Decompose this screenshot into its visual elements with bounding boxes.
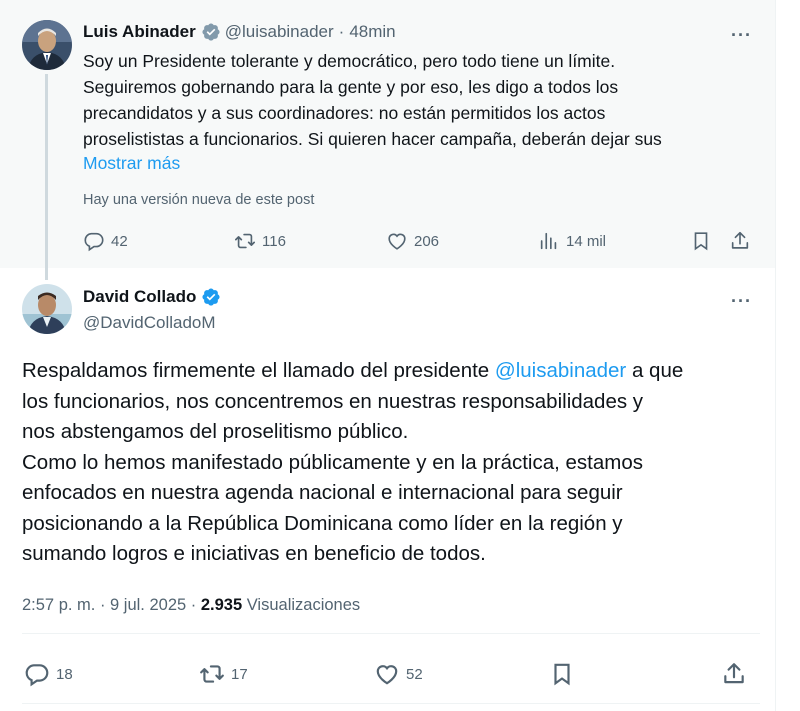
share-icon	[731, 231, 749, 249]
reply-count: 42	[111, 232, 128, 250]
divider	[22, 633, 760, 634]
post-meta: 2:57 p. m. · 9 jul. 2025 · 2.935 Visuali…	[22, 596, 360, 615]
repost-icon	[200, 665, 224, 683]
edited-notice[interactable]: Hay una versión nueva de este post	[83, 192, 314, 208]
more-icon[interactable]: ···	[731, 292, 752, 310]
bookmark-icon	[554, 663, 570, 686]
text-segment: a que	[626, 359, 684, 382]
share-button[interactable]	[729, 230, 757, 252]
reply-button[interactable]: 42	[83, 230, 128, 252]
reply-button[interactable]: 18	[24, 661, 73, 687]
like-button[interactable]: 206	[386, 230, 439, 252]
divider	[22, 703, 760, 704]
bookmark-button[interactable]	[549, 661, 581, 687]
post-thread: Luis Abinader @luisabinader · 48min ··· …	[0, 0, 775, 711]
show-more-link[interactable]: Mostrar más	[83, 153, 180, 174]
text-line: precandidatos y a sus coordinadores: no …	[83, 103, 606, 123]
text-line: Respaldamos firmemente el llamado del pr…	[22, 356, 762, 387]
bookmark-icon	[694, 232, 708, 251]
like-button[interactable]: 52	[374, 661, 423, 687]
repost-button[interactable]: 116	[234, 230, 286, 252]
text-line: enfocados en nuestra agenda nacional e i…	[22, 481, 623, 504]
repost-count: 116	[262, 232, 286, 250]
text-line: posicionando a la República Dominicana c…	[22, 511, 623, 535]
repost-button[interactable]: 17	[199, 661, 248, 687]
more-icon[interactable]: ···	[731, 26, 752, 44]
author-handle[interactable]: @luisabinader	[225, 22, 334, 42]
text-line: Como lo hemos manifestado públicamente y…	[22, 450, 644, 474]
text-segment: Respaldamos firmemente el llamado del pr…	[22, 359, 495, 382]
parent-post-actions: 42 116 206 14 mil	[0, 230, 775, 254]
text-line: proselististas a funcionarios. Si quiere…	[83, 129, 662, 149]
parent-post[interactable]: Luis Abinader @luisabinader · 48min ··· …	[0, 0, 775, 280]
views-count: 14 mil	[566, 232, 607, 250]
text-line: Soy un Presidente tolerante y democrátic…	[83, 51, 616, 71]
views-button[interactable]: 14 mil	[538, 230, 606, 252]
verified-badge-icon	[202, 288, 220, 306]
verified-badge-icon	[202, 23, 220, 41]
post-timestamp[interactable]: 2:57 p. m. · 9 jul. 2025 ·	[22, 596, 201, 614]
parent-post-header: Luis Abinader @luisabinader · 48min	[83, 20, 396, 44]
like-count: 206	[414, 232, 440, 250]
views-count: 2.935	[200, 596, 243, 614]
main-post-header: David Collado	[83, 287, 225, 307]
author-handle[interactable]: @DavidColladoM	[83, 313, 216, 333]
reply-icon	[84, 232, 104, 252]
text-line: nos abstengamos del proselitismo público…	[22, 420, 409, 443]
reply-icon	[25, 664, 49, 687]
share-button[interactable]	[721, 661, 753, 687]
reply-count: 18	[56, 665, 73, 683]
views-icon	[540, 232, 557, 250]
repost-count: 17	[231, 665, 248, 683]
author-name[interactable]: Luis Abinader	[83, 22, 196, 42]
like-icon	[376, 665, 398, 685]
text-line: Seguiremos gobernando para la gente y po…	[83, 77, 619, 97]
like-icon	[388, 233, 406, 250]
share-icon	[724, 663, 744, 684]
main-post-text: Respaldamos firmemente el llamado del pr…	[22, 356, 762, 570]
avatar[interactable]	[22, 284, 72, 334]
avatar[interactable]	[22, 20, 72, 70]
separator-dot: ·	[338, 22, 345, 41]
repost-icon	[235, 233, 255, 249]
post-time[interactable]: 48min	[349, 22, 395, 42]
author-name[interactable]: David Collado	[83, 287, 196, 307]
mention-link[interactable]: @luisabinader	[495, 359, 626, 382]
views-label: Visualizaciones	[242, 596, 361, 614]
parent-post-text: Soy un Presidente tolerante y democrátic…	[83, 48, 758, 152]
text-line: sumando logros e iniciativas en benefici…	[22, 542, 486, 565]
bookmark-button[interactable]	[690, 230, 718, 252]
like-count: 52	[406, 665, 423, 683]
text-line: los funcionarios, nos concentremos en nu…	[22, 389, 644, 413]
column-border	[775, 0, 776, 711]
